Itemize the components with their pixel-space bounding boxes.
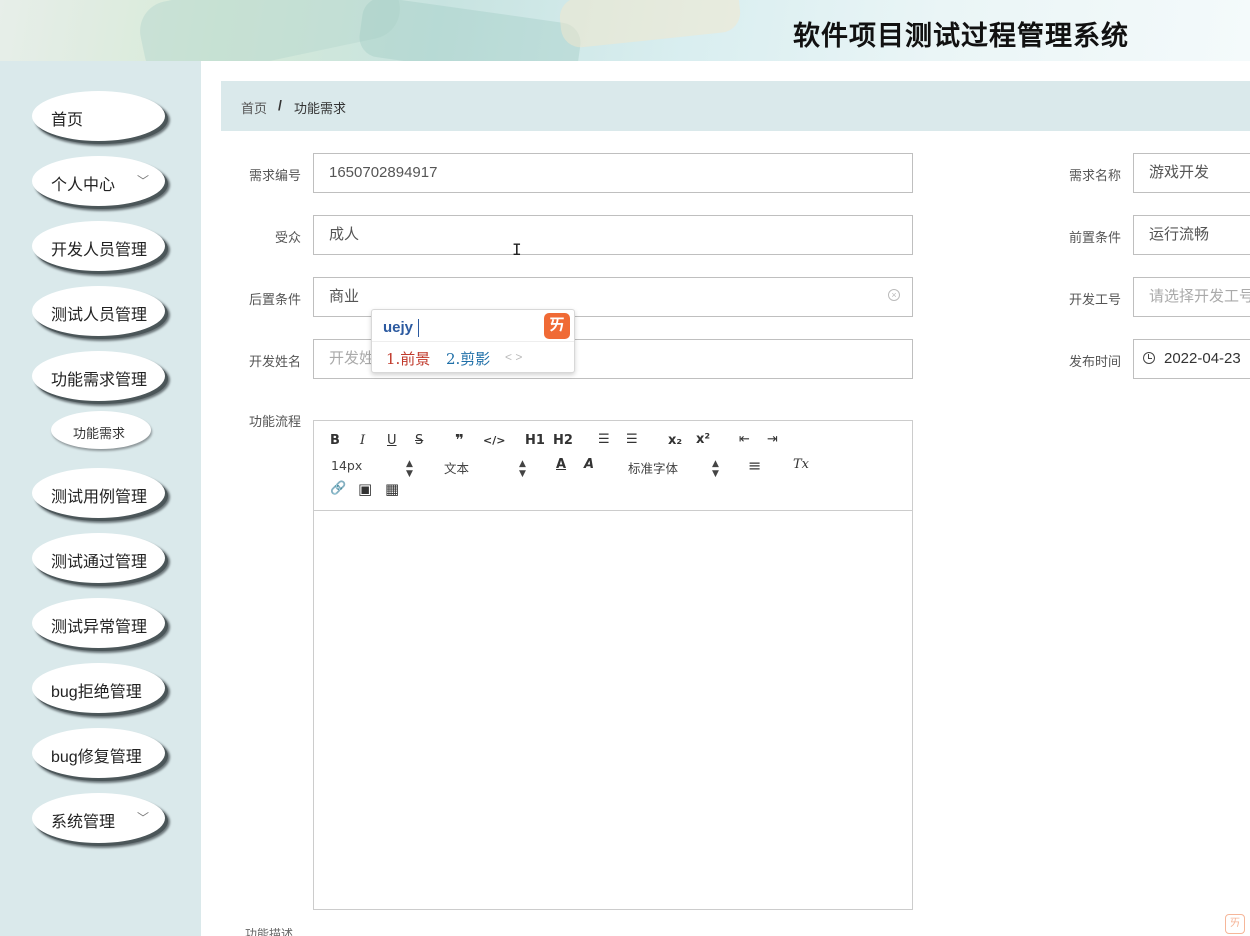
ime-logo-icon: ㄞ bbox=[544, 313, 570, 339]
dev-id-label: 开发工号 bbox=[1068, 292, 1121, 307]
clear-format-button[interactable]: Tx bbox=[793, 457, 809, 472]
req-id-input[interactable]: 1650702894917 bbox=[313, 153, 913, 193]
sidebar-item-label: 功能需求管理 bbox=[51, 372, 148, 389]
ime-candidate-1[interactable]: 1.前景 bbox=[386, 348, 430, 369]
editor-content-area[interactable] bbox=[314, 511, 912, 909]
ime-tray-logo-icon[interactable]: ㄞ bbox=[1225, 914, 1245, 934]
req-id-label: 需求编号 bbox=[248, 168, 301, 183]
sidebar-item-testcase-mgmt[interactable]: 测试用例管理 bbox=[32, 468, 165, 518]
align-button[interactable]: ≡ bbox=[748, 456, 761, 475]
bullet-list-button[interactable]: ☰ bbox=[626, 432, 638, 447]
sidebar-item-home[interactable]: 首页 bbox=[32, 91, 165, 141]
select-arrows-icon: ▲ ▼ bbox=[712, 459, 719, 479]
app-header: 软件项目测试过程管理系统 bbox=[0, 0, 1250, 61]
clear-icon[interactable]: × bbox=[888, 289, 900, 301]
sidebar-item-test-exception-mgmt[interactable]: 测试异常管理 bbox=[32, 598, 165, 648]
sidebar-item-label: 测试人员管理 bbox=[51, 307, 148, 324]
sidebar-subitem-requirement[interactable]: 功能需求 bbox=[51, 411, 151, 449]
editor-toolbar: B I U S ❞ </> H1 H2 ☰ ☰ x₂ x² ⇤ ⇥ 14px ▲… bbox=[314, 421, 912, 511]
subscript-button[interactable]: x₂ bbox=[668, 433, 682, 448]
image-button[interactable]: ▣ bbox=[358, 480, 372, 498]
sidebar-item-label: 个人中心 bbox=[51, 177, 116, 194]
flow-label: 功能流程 bbox=[248, 414, 301, 429]
ime-candidate-popup: uejy ㄞ 1.前景 2.剪影 < > bbox=[371, 309, 575, 373]
sidebar-item-label: 开发人员管理 bbox=[51, 242, 148, 259]
sidebar-item-bug-fix-mgmt[interactable]: bug修复管理 bbox=[32, 728, 165, 778]
sidebar-item-bug-reject-mgmt[interactable]: bug拒绝管理 bbox=[32, 663, 165, 713]
sidebar-item-developer-mgmt[interactable]: 开发人员管理 bbox=[32, 221, 165, 271]
header-banner-decoration bbox=[557, 0, 743, 50]
description-label: 功能描述 bbox=[245, 928, 294, 936]
ime-page-arrows-icon[interactable]: < > bbox=[505, 350, 522, 364]
dev-id-select[interactable]: 请选择开发工号 bbox=[1133, 277, 1250, 317]
breadcrumb-separator: / bbox=[278, 97, 282, 113]
video-button[interactable]: ▦ bbox=[385, 480, 399, 498]
font-family-select[interactable]: 标准字体 bbox=[628, 458, 678, 477]
precondition-input[interactable]: 运行流畅 bbox=[1133, 215, 1250, 255]
chevron-down-icon: ﹀ bbox=[136, 811, 149, 825]
link-button[interactable]: 🔗 bbox=[330, 481, 346, 496]
breadcrumb: 首页 / 功能需求 bbox=[221, 81, 1250, 131]
publish-time-label: 发布时间 bbox=[1068, 354, 1121, 369]
ime-typed-text: uejy bbox=[383, 319, 414, 336]
dev-name-label: 开发姓名 bbox=[248, 354, 301, 369]
blockquote-button[interactable]: ❞ bbox=[455, 431, 464, 449]
outdent-button[interactable]: ⇤ bbox=[739, 432, 750, 447]
sidebar-item-label: 测试异常管理 bbox=[51, 619, 148, 636]
audience-label: 受众 bbox=[274, 230, 301, 245]
sidebar-item-label: bug拒绝管理 bbox=[51, 684, 142, 701]
precondition-label: 前置条件 bbox=[1068, 230, 1121, 245]
sidebar-item-label: 首页 bbox=[51, 112, 84, 129]
header-banner-decoration bbox=[356, 0, 584, 61]
ime-caret bbox=[418, 319, 419, 337]
sidebar-item-label: 测试用例管理 bbox=[51, 489, 148, 506]
app-title: 软件项目测试过程管理系统 bbox=[793, 21, 1129, 52]
sidebar-item-tester-mgmt[interactable]: 测试人员管理 bbox=[32, 286, 165, 336]
select-arrows-icon: ▲ ▼ bbox=[519, 459, 526, 479]
background-color-button[interactable]: A bbox=[584, 457, 594, 472]
text-cursor-icon: I bbox=[512, 240, 522, 259]
req-name-label: 需求名称 bbox=[1068, 168, 1121, 183]
indent-button[interactable]: ⇥ bbox=[767, 432, 778, 447]
sidebar-item-label: bug修复管理 bbox=[51, 749, 142, 766]
font-size-select[interactable]: 14px bbox=[331, 458, 362, 473]
text-type-select[interactable]: 文本 bbox=[444, 458, 469, 477]
sidebar-item-personal-center[interactable]: 个人中心 ﹀ bbox=[32, 156, 165, 206]
strike-button[interactable]: S bbox=[415, 433, 423, 448]
breadcrumb-home-link[interactable]: 首页 bbox=[241, 98, 267, 117]
chevron-down-icon: ﹀ bbox=[136, 174, 149, 188]
ime-candidate-2[interactable]: 2.剪影 bbox=[446, 348, 490, 369]
postcondition-label: 后置条件 bbox=[248, 292, 301, 307]
sidebar: 首页 个人中心 ﹀ 开发人员管理 测试人员管理 功能需求管理 功能需求 测试用例… bbox=[0, 61, 201, 936]
sidebar-subitem-label: 功能需求 bbox=[73, 426, 126, 441]
req-name-input[interactable]: 游戏开发 bbox=[1133, 153, 1250, 193]
italic-button[interactable]: I bbox=[360, 433, 365, 448]
underline-button[interactable]: U bbox=[387, 433, 397, 448]
bold-button[interactable]: B bbox=[330, 433, 340, 448]
sidebar-item-system-mgmt[interactable]: 系统管理 ﹀ bbox=[32, 793, 165, 843]
heading2-button[interactable]: H2 bbox=[553, 433, 573, 448]
code-block-button[interactable]: </> bbox=[483, 434, 505, 447]
sidebar-item-label: 测试通过管理 bbox=[51, 554, 148, 571]
ime-divider bbox=[372, 341, 574, 342]
select-arrows-icon: ▲ ▼ bbox=[406, 459, 413, 479]
ordered-list-button[interactable]: ☰ bbox=[598, 432, 610, 447]
breadcrumb-current: 功能需求 bbox=[294, 101, 347, 116]
clock-icon bbox=[1143, 352, 1155, 364]
sidebar-item-test-pass-mgmt[interactable]: 测试通过管理 bbox=[32, 533, 165, 583]
font-color-button[interactable]: A bbox=[556, 457, 566, 472]
sidebar-item-requirement-mgmt[interactable]: 功能需求管理 bbox=[32, 351, 165, 401]
rich-text-editor: B I U S ❞ </> H1 H2 ☰ ☰ x₂ x² ⇤ ⇥ 14px ▲… bbox=[313, 420, 913, 910]
audience-input[interactable]: 成人 bbox=[313, 215, 913, 255]
sidebar-item-label: 系统管理 bbox=[51, 814, 116, 831]
superscript-button[interactable]: x² bbox=[696, 432, 710, 447]
heading1-button[interactable]: H1 bbox=[525, 433, 545, 448]
